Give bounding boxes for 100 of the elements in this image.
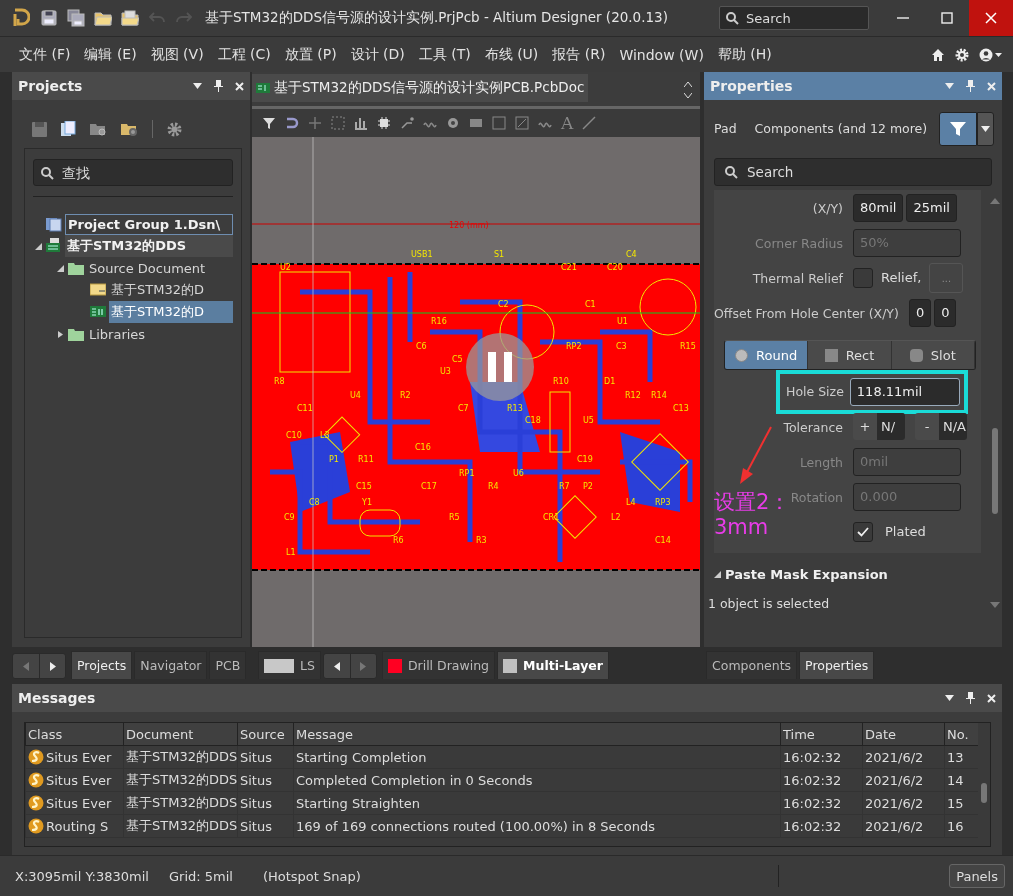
input-field[interactable]: 0 [934, 298, 957, 327]
user-icon[interactable] [979, 47, 1003, 62]
input-field[interactable]: N/A [939, 413, 967, 440]
message-row[interactable]: Situs Ever 基于STM32的DDS Situs Starting Completion 16:02:32 2021/6/2 13 [25, 746, 978, 769]
column-header[interactable]: Class [28, 726, 63, 742]
dropdown-icon[interactable] [945, 695, 954, 701]
documents-icon[interactable] [61, 121, 76, 137]
message-row[interactable]: Routing S 基于STM32的DDS Situs 169 of 169 connections routed (100.00%) in 8 Seconds 16:02:32 2021/6/2 16 [25, 815, 978, 838]
menu-item[interactable]: 文件 (F) [12, 45, 78, 64]
settings-icon[interactable] [167, 121, 182, 137]
layer-tab[interactable]: LS [258, 651, 321, 679]
panel-tab[interactable]: Navigator [134, 651, 208, 679]
folder-icon[interactable] [121, 9, 139, 27]
field-label: Hole Size [785, 384, 845, 399]
filter-button[interactable] [939, 111, 977, 146]
fill-icon[interactable] [469, 116, 483, 130]
folder-icon[interactable] [94, 9, 112, 27]
panel-tab[interactable]: Properties [799, 651, 875, 679]
table-cell: 16:02:32 [783, 749, 842, 765]
panel-tab[interactable]: Components [706, 651, 798, 679]
designator-label: R8 [274, 377, 285, 386]
line-icon[interactable] [582, 116, 597, 130]
menu-item[interactable]: 视图 (V) [143, 45, 211, 64]
input-field[interactable]: 25mil [906, 193, 957, 222]
bar-chart-icon[interactable] [354, 116, 368, 130]
column-header[interactable]: Message [296, 726, 353, 742]
column-header[interactable]: Document [126, 726, 194, 742]
tree-item[interactable]: Source Document [87, 258, 233, 278]
search-field[interactable]: 查找 [33, 159, 233, 186]
scroll-down-icon[interactable] [684, 93, 692, 98]
message-row[interactable]: Situs Ever 基于STM32的DDS Situs Completed Completion in 0 Seconds 16:02:32 2021/6/2 14 [25, 769, 978, 792]
message-row[interactable]: Situs Ever 基于STM32的DDS Situs Starting Straighten 16:02:32 2021/6/2 15 [25, 792, 978, 815]
dropdown-icon[interactable] [193, 83, 202, 89]
pin-icon[interactable] [966, 692, 975, 704]
dropdown-icon[interactable] [945, 83, 954, 89]
home-icon[interactable] [931, 47, 945, 62]
column-header[interactable]: No. [947, 726, 969, 742]
menu-item[interactable]: 编辑 (E) [77, 45, 144, 64]
graph-icon[interactable] [515, 116, 529, 130]
pause-button[interactable] [466, 333, 534, 401]
menu-item[interactable]: 帮助 (H) [710, 45, 779, 64]
scroll-up-icon[interactable] [684, 82, 692, 87]
close-icon[interactable] [987, 81, 996, 91]
close-icon[interactable] [235, 81, 244, 91]
menu-item[interactable]: Window (W) [612, 46, 711, 63]
search-field[interactable]: Search [714, 158, 992, 186]
expanded-arrow-icon[interactable] [34, 242, 42, 250]
tree-item[interactable]: Libraries [87, 324, 233, 344]
close-button[interactable] [969, 0, 1013, 36]
tree-item[interactable]: 基于STM32的DDS [65, 235, 233, 257]
shape-option[interactable]: Rect [808, 341, 892, 369]
panels-button[interactable]: Panels [949, 864, 1005, 888]
menu-item[interactable]: 工程 (C) [210, 45, 278, 64]
layer-tab[interactable]: Drill Drawing [381, 651, 496, 679]
save-icon[interactable] [40, 9, 58, 27]
menu-item[interactable]: 放置 (P) [277, 45, 344, 64]
column-header[interactable]: Time [783, 726, 815, 742]
circle-icon [735, 348, 749, 362]
layer-tab[interactable]: Multi-Layer [497, 651, 609, 679]
tree-item[interactable]: 基于STM32的D [109, 301, 233, 323]
menu-item[interactable]: 布线 (U) [477, 45, 546, 64]
dropdown-button[interactable] [977, 111, 994, 146]
filter-icon[interactable] [262, 116, 276, 130]
close-icon[interactable] [987, 693, 996, 703]
column-header[interactable]: Date [865, 726, 897, 742]
search-field[interactable]: Search [719, 6, 869, 30]
expanded-arrow-icon[interactable] [56, 264, 64, 272]
panel-title: Messages [18, 690, 96, 706]
minus-button[interactable]: - [915, 413, 939, 440]
column-header[interactable]: Source [240, 726, 285, 742]
menu-item[interactable]: 工具 (T) [411, 45, 478, 64]
shape-option[interactable]: Slot [891, 341, 975, 369]
input-field[interactable]: 80mil [853, 193, 904, 222]
panel-tab[interactable]: Projects [71, 651, 133, 679]
designator-label: D1 [604, 377, 616, 386]
document-tab[interactable]: 基于STM32的DDS信号源的设计实例PCB.PcbDoc [252, 74, 589, 102]
folder-search-icon[interactable] [90, 121, 107, 137]
menu-item[interactable]: 设计 (D) [343, 45, 412, 64]
magnet-icon[interactable] [285, 116, 299, 130]
via-icon[interactable] [446, 116, 460, 130]
section-header[interactable]: Paste Mask Expansion [714, 567, 888, 582]
panel-tab[interactable]: PCB [209, 651, 247, 679]
input-field[interactable]: 0 [908, 298, 932, 327]
tree-item[interactable]: Project Group 1.Dsn\ [65, 213, 233, 235]
folder-gear-icon[interactable] [121, 121, 138, 137]
collapsed-arrow-icon[interactable] [56, 330, 64, 338]
pin-icon[interactable] [214, 80, 223, 92]
input-field[interactable]: N/ [877, 413, 905, 440]
route-icon[interactable] [400, 116, 414, 130]
checkbox[interactable] [853, 267, 873, 288]
save-all-icon[interactable] [67, 9, 85, 27]
field-label: Relief, [881, 270, 922, 285]
pin-icon[interactable] [966, 80, 975, 92]
tree-item[interactable]: 基于STM32的D [109, 279, 233, 301]
chip-icon[interactable] [377, 116, 391, 130]
menu-item[interactable]: 报告 (R) [545, 45, 613, 64]
checkbox[interactable] [853, 521, 873, 542]
shape-option[interactable]: Round [725, 341, 809, 369]
input-field[interactable]: 118.11mil [849, 377, 960, 406]
plus-button[interactable]: + [853, 413, 877, 440]
